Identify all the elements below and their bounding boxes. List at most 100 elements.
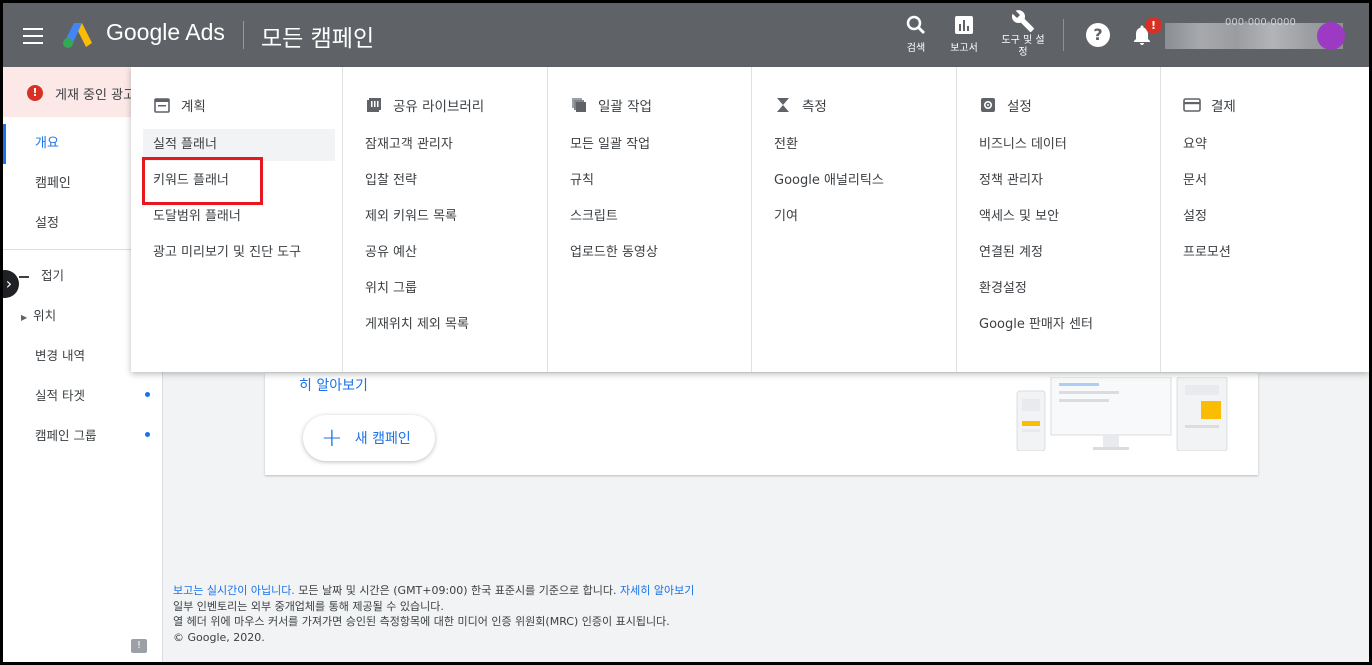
hourglass-icon: [774, 96, 792, 114]
page-title: 모든 캠페인: [261, 26, 375, 52]
nav-sub-label: 위치: [33, 308, 57, 323]
status-dot: [145, 432, 150, 437]
wrench-icon: [1011, 10, 1034, 32]
library-icon: [365, 96, 383, 114]
menu-item-summary[interactable]: 요약: [1173, 129, 1207, 161]
column-title: 공유 라이브러리: [393, 99, 485, 115]
menu-column-planning: 계획 실적 플래너 키워드 플래너 도달범위 플래너 광고 미리보기 및 진단 …: [131, 67, 343, 372]
menu-item-business-data[interactable]: 비즈니스 데이터: [969, 129, 1067, 161]
menu-item-conversions[interactable]: 전환: [764, 129, 798, 161]
menu-column-measurement: 측정 전환 Google 애널리틱스 기여: [752, 67, 957, 372]
tools-settings-label: 도구 및 설정: [1001, 35, 1045, 58]
app-window: Google Ads 모든 캠페인 검색 보고서 도구 및 설정 ? ! 000…: [3, 3, 1369, 662]
calendar-icon: [153, 96, 171, 114]
menu-column-billing: 결제 요약 문서 설정 프로모션: [1161, 67, 1369, 372]
empty-state-card: 히 알아보기 + 새 캠페인: [265, 373, 1258, 475]
footer-line-3: 열 헤더 위에 마우스 커서를 가져가면 승인된 측정항목에 대한 미디어 인증…: [173, 615, 670, 628]
nav-item-campaign-groups[interactable]: 캠페인 그룹: [35, 425, 96, 444]
google-ads-logo: [63, 23, 92, 48]
menu-item-audience-manager[interactable]: 잠재고객 관리자: [355, 129, 453, 161]
menu-item-promotions[interactable]: 프로모션: [1173, 237, 1231, 269]
account-switcher[interactable]: 000-000-0000: [1165, 17, 1345, 51]
column-header: 설정: [979, 95, 1032, 115]
reports-label: 보고서: [950, 43, 978, 54]
caret-right-icon: ▶: [21, 313, 28, 322]
new-campaign-label: 새 캠페인: [354, 431, 411, 447]
divider: [243, 21, 244, 49]
menu-item-attribution[interactable]: 기여: [764, 201, 798, 233]
menu-item-rules[interactable]: 규칙: [560, 165, 594, 197]
column-title: 측정: [802, 99, 827, 115]
avatar[interactable]: [1317, 22, 1345, 50]
nav-item-locations[interactable]: ▶ 위치: [21, 305, 56, 324]
menu-column-bulk-actions: 일괄 작업 모든 일괄 작업 규칙 스크립트 업로드한 동영상: [548, 67, 752, 372]
column-title: 계획: [181, 99, 206, 115]
menu-item-linked-accounts[interactable]: 연결된 계정: [969, 237, 1043, 269]
column-header: 측정: [774, 95, 827, 115]
reports-button[interactable]: 보고서: [945, 11, 983, 54]
divider: [1063, 19, 1064, 51]
tools-settings-menu: 계획 실적 플래너 키워드 플래너 도달범위 플래너 광고 미리보기 및 진단 …: [131, 67, 1369, 372]
menu-item-policy-manager[interactable]: 정책 관리자: [969, 165, 1043, 197]
bulk-actions-icon: [570, 96, 588, 114]
collapse-label: 접기: [41, 268, 65, 283]
menu-item-google-analytics[interactable]: Google 애널리틱스: [764, 165, 884, 197]
realtime-notice-link[interactable]: 보고는 실시간이 아닙니다.: [173, 584, 295, 597]
nav-item-performance-targets[interactable]: 실적 타겟: [35, 385, 85, 404]
menu-item-scripts[interactable]: 스크립트: [560, 201, 618, 233]
status-dot: [145, 392, 150, 397]
search-label: 검색: [906, 43, 926, 54]
footer-line-2: 일부 인벤토리는 외부 중개업체를 통해 제공될 수 있습니다.: [173, 599, 444, 613]
account-number: 000-000-0000: [1225, 17, 1296, 28]
column-header: 계획: [153, 95, 206, 115]
menu-item-bid-strategies[interactable]: 입찰 전략: [355, 165, 417, 197]
menu-item-negative-keywords[interactable]: 제외 키워드 목록: [355, 201, 457, 233]
devices-illustration: [1016, 377, 1228, 451]
menu-item-preferences[interactable]: 환경설정: [969, 273, 1027, 305]
settings-icon: [979, 96, 997, 114]
column-header: 결제: [1183, 95, 1236, 115]
menu-item-billing-settings[interactable]: 설정: [1173, 201, 1207, 233]
tools-settings-button[interactable]: 도구 및 설정: [998, 7, 1048, 59]
bar-chart-icon: [955, 16, 973, 34]
column-title: 설정: [1007, 99, 1032, 115]
menu-item-all-bulk-actions[interactable]: 모든 일괄 작업: [560, 129, 650, 161]
footer: 보고는 실시간이 아닙니다. 모든 날짜 및 시간은 (GMT+09:00) 한…: [173, 583, 694, 645]
copyright: © Google, 2020.: [173, 630, 265, 644]
minus-icon: [19, 275, 29, 278]
column-header: 일괄 작업: [570, 95, 652, 115]
highlight-annotation: [142, 157, 263, 205]
learn-more-footer-link[interactable]: 자세히 알아보기: [620, 584, 694, 597]
menu-item-merchant-center[interactable]: Google 판매자 센터: [969, 309, 1093, 341]
search-icon: [906, 15, 925, 34]
menu-item-shared-budgets[interactable]: 공유 예산: [355, 237, 417, 269]
menu-item-ad-preview[interactable]: 광고 미리보기 및 진단 도구: [143, 237, 301, 269]
menu-column-setup: 설정 비즈니스 데이터 정책 관리자 액세스 및 보안 연결된 계정 환경설정 …: [957, 67, 1161, 372]
timezone-notice: 모든 날짜 및 시간은 (GMT+09:00) 한국 표준시를 기준으로 합니다…: [294, 584, 621, 597]
search-button[interactable]: 검색: [901, 11, 931, 54]
alert-text: 게재 중인 광고: [55, 88, 136, 103]
menu-item-uploaded-videos[interactable]: 업로드한 동영상: [560, 237, 658, 269]
credit-card-icon: [1183, 96, 1201, 114]
alert-icon: !: [27, 85, 43, 101]
menu-item-placement-exclusions[interactable]: 게재위치 제외 목록: [355, 309, 469, 341]
feedback-icon[interactable]: !: [131, 639, 147, 653]
menu-item-location-groups[interactable]: 위치 그룹: [355, 273, 417, 305]
new-campaign-button[interactable]: + 새 캠페인: [303, 415, 435, 461]
plus-icon: +: [321, 423, 343, 453]
menu-item-reach-planner[interactable]: 도달범위 플래너: [143, 201, 241, 233]
notification-badge: !: [1145, 17, 1162, 34]
column-header: 공유 라이브러리: [365, 95, 484, 115]
menu-icon[interactable]: [21, 23, 47, 47]
footer-line-1: 보고는 실시간이 아닙니다. 모든 날짜 및 시간은 (GMT+09:00) 한…: [173, 583, 694, 599]
nav-item-change-history[interactable]: 변경 내역: [35, 345, 85, 364]
learn-more-link[interactable]: 히 알아보기: [299, 375, 368, 395]
collapse-toggle[interactable]: 접기: [19, 265, 64, 284]
menu-column-shared-library: 공유 라이브러리 잠재고객 관리자 입찰 전략 제외 키워드 목록 공유 예산 …: [343, 67, 548, 372]
brand-name: Google Ads: [106, 19, 225, 45]
menu-item-access-security[interactable]: 액세스 및 보안: [969, 201, 1059, 233]
help-icon[interactable]: ?: [1086, 23, 1110, 47]
column-title: 일괄 작업: [598, 99, 652, 115]
menu-item-documents[interactable]: 문서: [1173, 165, 1207, 197]
top-bar: Google Ads 모든 캠페인 검색 보고서 도구 및 설정 ? ! 000…: [3, 3, 1369, 67]
